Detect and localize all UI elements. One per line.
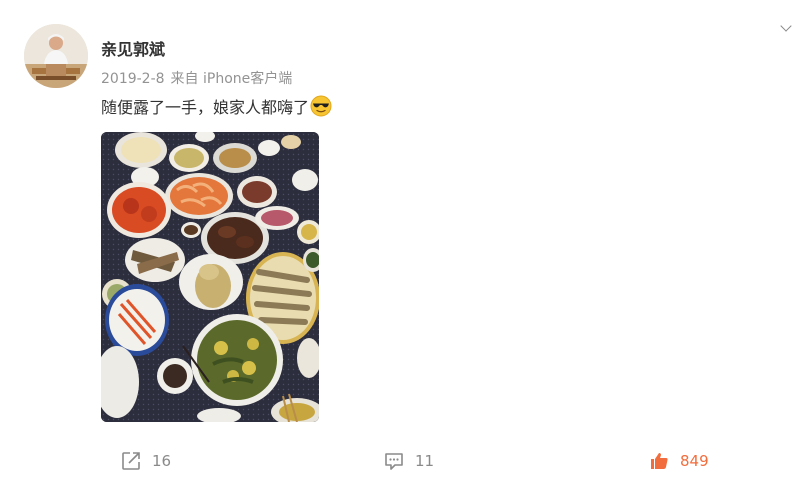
avatar[interactable] bbox=[24, 24, 88, 88]
post-meta: 2019-2-8 来自 iPhone客户端 bbox=[101, 68, 292, 88]
avatar-photo bbox=[24, 24, 88, 88]
thumbs-up-icon bbox=[651, 453, 668, 469]
banquet-dishes-photo bbox=[101, 132, 319, 422]
comment-button[interactable]: 11 bbox=[383, 446, 434, 476]
post-source: 来自 iPhone客户端 bbox=[170, 71, 293, 87]
post-text: 随便露了一手，娘家人都嗨了 bbox=[101, 98, 310, 117]
post-image[interactable] bbox=[101, 132, 319, 422]
post-date[interactable]: 2019-2-8 bbox=[101, 71, 165, 87]
post-body: 随便露了一手，娘家人都嗨了 bbox=[101, 94, 332, 118]
repost-button[interactable]: 16 bbox=[120, 446, 171, 476]
repost-count: 16 bbox=[152, 452, 172, 470]
action-bar: 16 11 849 bbox=[0, 446, 794, 476]
cool-sunglasses-emoji-icon bbox=[310, 95, 332, 117]
chevron-down-icon[interactable] bbox=[780, 20, 792, 32]
username[interactable]: 亲见郭斌 bbox=[101, 36, 165, 60]
share-icon bbox=[122, 452, 140, 470]
comment-icon bbox=[385, 453, 403, 470]
like-button[interactable]: 849 bbox=[648, 446, 709, 476]
comment-count: 11 bbox=[415, 452, 435, 470]
like-count: 849 bbox=[680, 452, 709, 470]
